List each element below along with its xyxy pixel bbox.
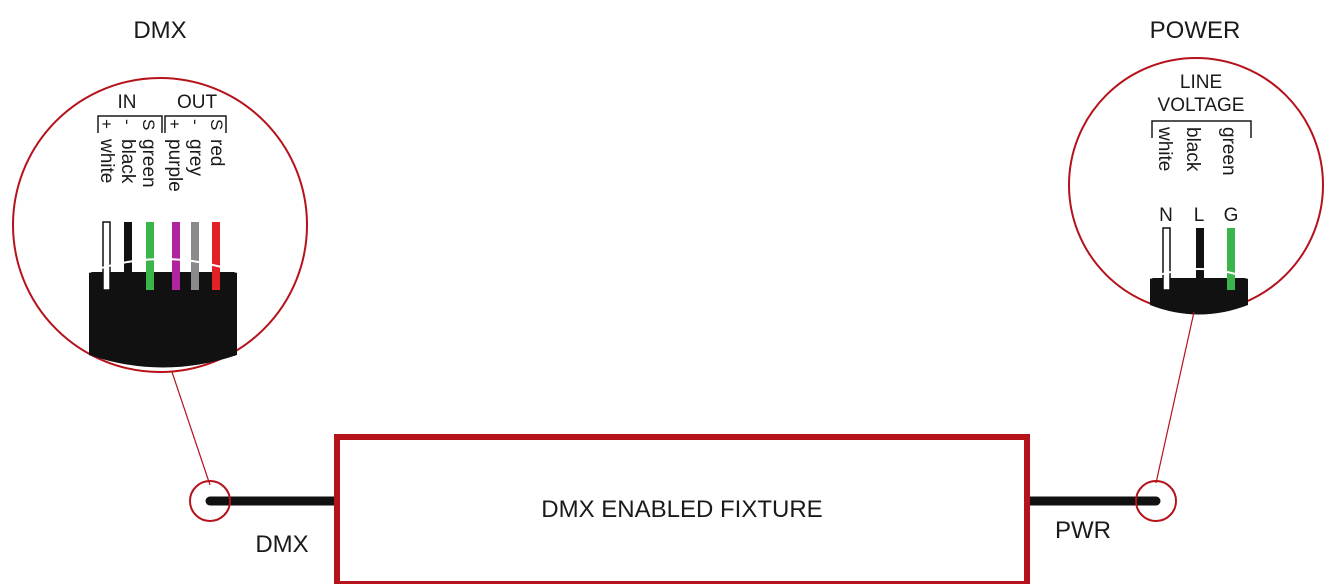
power-line-label: LINE <box>1180 72 1222 93</box>
dmx-wiring-diagram: DMX IN OUT + - S + - S white black green… <box>12 17 1324 584</box>
power-wire-white <box>1162 227 1171 291</box>
dmx-pin-out-plus: + <box>165 119 184 129</box>
dmx-wire-grey <box>191 222 199 290</box>
power-wire-black <box>1196 228 1204 290</box>
dmx-pin-in-signal: S <box>139 119 158 130</box>
dmx-wire-label-white: white <box>96 138 117 183</box>
dmx-wire-black <box>124 222 132 290</box>
dmx-in-label: IN <box>118 92 137 113</box>
dmx-leader-line <box>171 371 211 486</box>
dmx-pin-out-minus: - <box>186 119 205 125</box>
power-terminal-l: L <box>1194 205 1205 226</box>
power-terminal-g: G <box>1224 205 1239 226</box>
power-wire-green <box>1227 228 1235 290</box>
dmx-wire-label-purple: purple <box>164 139 185 192</box>
dmx-out-label: OUT <box>177 92 218 113</box>
dmx-wire-purple <box>172 222 180 290</box>
dmx-pin-in-plus: + <box>97 119 116 129</box>
dmx-wire-label-black: black <box>117 139 138 184</box>
dmx-wire-label-red: red <box>206 139 227 166</box>
dmx-wire-white <box>102 221 111 291</box>
dmx-wire-label-green: green <box>138 139 159 188</box>
fixture-label: DMX ENABLED FIXTURE <box>541 496 822 523</box>
dmx-pin-out-signal: S <box>207 119 226 130</box>
dmx-title: DMX <box>133 17 186 44</box>
power-wire-label-green: green <box>1218 127 1239 176</box>
power-cable-label: PWR <box>1055 517 1111 544</box>
dmx-detail: DMX IN OUT + - S + - S white black green… <box>12 17 308 486</box>
dmx-pin-in-minus: - <box>118 119 137 125</box>
power-detail: POWER LINE VOLTAGE white black green N L… <box>1068 17 1324 484</box>
power-wire-label-black: black <box>1182 127 1203 172</box>
dmx-cable-label: DMX <box>255 531 308 558</box>
power-voltage-label: VOLTAGE <box>1158 95 1245 116</box>
power-leader-line <box>1155 311 1195 484</box>
power-terminal-n: N <box>1159 205 1173 226</box>
dmx-wire-label-grey: grey <box>185 139 206 176</box>
power-wire-label-white: white <box>1154 126 1175 171</box>
power-title: POWER <box>1150 17 1241 44</box>
fixture-and-cables: DMX ENABLED FIXTURE DMX PWR <box>189 434 1177 584</box>
dmx-wire-red <box>212 222 220 290</box>
dmx-wire-green <box>146 222 154 290</box>
